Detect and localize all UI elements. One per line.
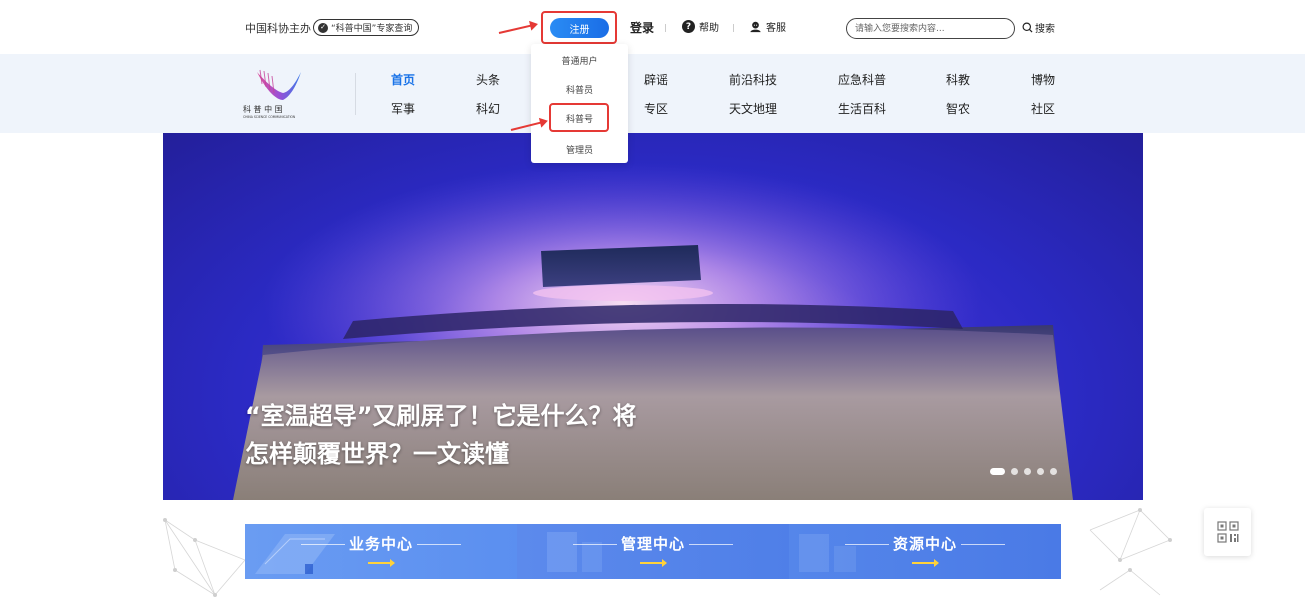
nav-item-museum[interactable]: 博物 <box>1031 71 1055 88</box>
resource-center-card[interactable]: 资源中心 <box>789 524 1061 579</box>
carousel-dot-2[interactable] <box>1011 468 1018 475</box>
customer-service-icon <box>750 21 761 33</box>
expert-query-label: “科普中国”专家查询 <box>331 24 413 34</box>
help-link[interactable]: ? 帮助 <box>682 19 719 34</box>
business-center-card[interactable]: 业务中心 <box>245 524 517 579</box>
nav-item-home[interactable]: 首页 <box>391 71 415 88</box>
hero-banner[interactable]: “室温超导”又刷屏了！它是什么？将 怎样颠覆世界？一文读懂 <box>163 133 1143 500</box>
logo-divider <box>355 73 356 115</box>
logo-subtitle: CHINA SCIENCE COMMUNICATION <box>243 115 296 119</box>
logo-chars: 科 普 中 国 <box>243 104 283 114</box>
qr-code-float-button[interactable] <box>1204 508 1251 556</box>
service-label: 客服 <box>766 23 786 34</box>
arrow-right-icon <box>912 559 939 567</box>
nav-band <box>0 54 1305 133</box>
business-center-label: 业务中心 <box>245 533 517 554</box>
nav-item-community[interactable]: 社区 <box>1031 100 1055 117</box>
customer-service-link[interactable]: 客服 <box>749 19 786 34</box>
kepu-china-logo[interactable]: 科 普 中 国 CHINA SCIENCE COMMUNICATION <box>243 66 323 121</box>
search-button[interactable]: 搜索 <box>1022 20 1055 35</box>
dropdown-item-administrator[interactable]: 管理员 <box>531 143 628 156</box>
resource-center-label: 资源中心 <box>789 533 1061 554</box>
management-center-label: 管理中心 <box>517 533 789 554</box>
divider <box>733 24 734 32</box>
top-bar: 中国科协主办 ✓ “科普中国”专家查询 注册 登录 ? 帮助 客服 请输入您要搜… <box>0 0 1305 54</box>
carousel-dots <box>990 468 1057 475</box>
center-cards: 业务中心 管理中心 资源中心 <box>245 524 1061 579</box>
nav-item-agriculture[interactable]: 智农 <box>946 100 970 117</box>
dropdown-item-regular-user[interactable]: 普通用户 <box>531 54 628 67</box>
sponsor-text: 中国科协主办 <box>245 22 311 35</box>
register-button[interactable]: 注册 <box>550 18 609 38</box>
nav-item-astronomy-geography[interactable]: 天文地理 <box>729 100 777 117</box>
carousel-dot-5[interactable] <box>1050 468 1057 475</box>
carousel-dot-1[interactable] <box>990 468 1005 475</box>
banner-title-line-1: “室温超导”又刷屏了！它是什么？将 <box>245 402 637 430</box>
banner-title-line-2: 怎样颠覆世界？一文读懂 <box>245 440 509 468</box>
search-input[interactable] <box>846 18 1015 39</box>
nav-item-scifi[interactable]: 科幻 <box>476 100 500 117</box>
banner-title[interactable]: “室温超导”又刷屏了！它是什么？将 怎样颠覆世界？一文读懂 <box>245 397 705 473</box>
check-icon: ✓ <box>318 22 328 33</box>
management-center-card[interactable]: 管理中心 <box>517 524 789 579</box>
expert-query-button[interactable]: ✓ “科普中国”专家查询 <box>313 19 420 36</box>
help-label: 帮助 <box>699 23 719 34</box>
page: 中国科协主办 ✓ “科普中国”专家查询 注册 登录 ? 帮助 客服 请输入您要搜… <box>0 0 1305 601</box>
qr-code-icon <box>1216 521 1239 543</box>
nav-item-life[interactable]: 生活百科 <box>838 100 886 117</box>
nav-item-military[interactable]: 军事 <box>391 100 415 117</box>
annotation-arrow-register <box>498 23 537 34</box>
nav-item-frontier-tech[interactable]: 前沿科技 <box>729 71 777 88</box>
search-label: 搜索 <box>1035 24 1055 35</box>
nav-item-education[interactable]: 科教 <box>946 71 970 88</box>
carousel-dot-4[interactable] <box>1037 468 1044 475</box>
nav-item-emergency[interactable]: 应急科普 <box>838 71 886 88</box>
arrow-right-icon <box>368 559 395 567</box>
nav-item-zone[interactable]: 专区 <box>644 100 668 117</box>
carousel-dot-3[interactable] <box>1024 468 1031 475</box>
arrow-right-icon <box>640 559 667 567</box>
nav-item-headlines[interactable]: 头条 <box>476 71 500 88</box>
science-account-highlight-box <box>549 103 609 132</box>
login-link[interactable]: 登录 <box>630 19 654 36</box>
dropdown-item-science-worker[interactable]: 科普员 <box>531 83 628 96</box>
divider <box>665 24 666 32</box>
search-icon <box>1022 22 1033 33</box>
nav-item-rumor[interactable]: 辟谣 <box>644 71 668 88</box>
help-icon: ? <box>682 20 695 33</box>
